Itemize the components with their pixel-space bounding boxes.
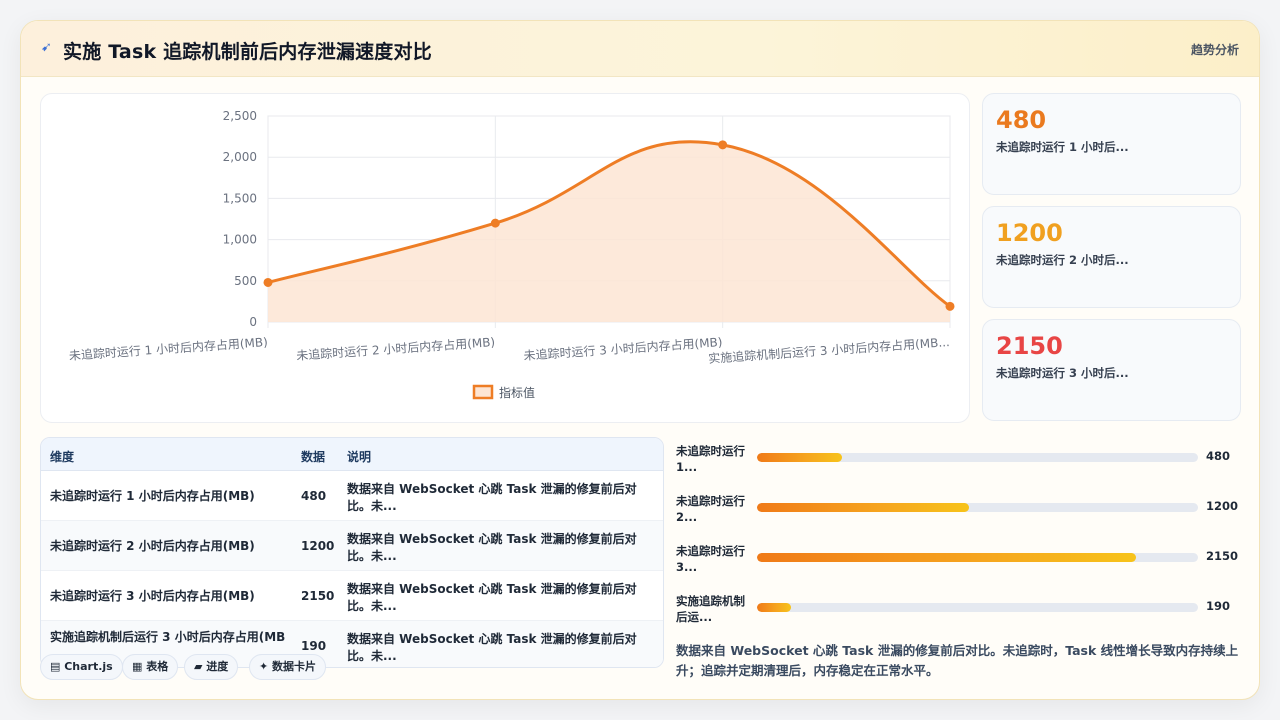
- data-point: [263, 277, 273, 287]
- progress-track: [757, 553, 1198, 562]
- progress-value: 2150: [1206, 549, 1239, 563]
- progress-label: 未追踪时运行 3...: [676, 544, 745, 574]
- progress-label: 未追踪时运行 1...: [676, 444, 745, 474]
- cell-value: 1200: [301, 539, 335, 553]
- cell-value: 190: [301, 639, 327, 653]
- progress-track: [757, 453, 1198, 462]
- progress-item: 未追踪时运行 1... 480: [676, 441, 1246, 481]
- stat-label: 未追踪时运行 2 小时后...: [996, 253, 1129, 267]
- legend-label: 指标值: [499, 385, 535, 400]
- progress-item: 未追踪时运行 2... 1200: [676, 491, 1246, 531]
- cell-description: 数据来自 WebSocket 心跳 Task 泄漏的修复前后对比。未...: [347, 482, 637, 513]
- progress-label: 未追踪时运行 2...: [676, 494, 745, 524]
- data-point: [490, 218, 500, 228]
- column-header-description: 说明: [347, 450, 372, 464]
- cell-value: 480: [301, 489, 327, 503]
- y-tick-label: 0: [249, 315, 257, 329]
- table-header: 维度 数据 说明: [41, 438, 663, 471]
- progress-fill: [757, 553, 1137, 562]
- cell-description: 数据来自 WebSocket 心跳 Task 泄漏的修复前后对比。未...: [347, 532, 637, 563]
- x-tick-label: 实施追踪机制后运行 3 小时后内存占用(MB...: [708, 334, 950, 366]
- chip-chartjs[interactable]: ▤ Chart.js: [40, 654, 123, 680]
- progress-label: 实施追踪机制后运...: [676, 594, 745, 624]
- data-point: [718, 140, 728, 150]
- cell-dimension: 未追踪时运行 3 小时后内存占用(MB): [50, 589, 255, 603]
- progress-value: 190: [1206, 599, 1231, 613]
- data-table: 维度 数据 说明 未追踪时运行 1 小时后内存占用(MB) 480 数据来自 W…: [40, 437, 664, 668]
- stat-label: 未追踪时运行 1 小时后...: [996, 140, 1129, 154]
- y-tick-label: 2,000: [223, 150, 257, 164]
- cell-dimension: 未追踪时运行 1 小时后内存占用(MB): [50, 489, 255, 503]
- cell-dimension: 未追踪时运行 2 小时后内存占用(MB): [50, 539, 255, 553]
- progress-track: [757, 603, 1198, 612]
- progress-value: 1200: [1206, 499, 1239, 513]
- progress-fill: [757, 453, 842, 462]
- data-point: [945, 301, 955, 311]
- sparkle-icon: ➹: [41, 40, 52, 55]
- y-tick-label: 2,500: [223, 109, 257, 123]
- line-chart-panel: 0 500 1,000 1,500 2,000 2,500 未追踪时运行 1 小时后内存占用…: [40, 93, 970, 423]
- chart-note: 数据来自 WebSocket 心跳 Task 泄漏的修复前后对比。未追踪时，Ta…: [676, 643, 1239, 678]
- header-bar: ➹ 实施 Task 追踪机制前后内存泄漏速度对比 趋势分析: [21, 21, 1259, 77]
- table-row: 未追踪时运行 3 小时后内存占用(MB) 2150 数据来自 WebSocket…: [41, 571, 663, 621]
- y-tick-label: 500: [234, 274, 257, 288]
- stat-value: 480: [996, 106, 1047, 134]
- page-title: 实施 Task 追踪机制前后内存泄漏速度对比: [63, 41, 432, 63]
- cell-dimension: 实施追踪机制后运行 3 小时后内存占用(MB: [50, 630, 286, 644]
- progress-item: 实施追踪机制后运... 190: [676, 591, 1246, 631]
- progress-item: 未追踪时运行 3... 2150: [676, 541, 1246, 581]
- chip-progress[interactable]: ▰ 进度: [184, 654, 239, 680]
- column-header-data: 数据: [301, 450, 326, 464]
- column-header-dimension: 维度: [50, 450, 75, 464]
- x-tick-label: 未追踪时运行 1 小时后内存占用(MB): [68, 334, 268, 363]
- chip-data-card[interactable]: ✦ 数据卡片: [249, 654, 327, 680]
- x-tick-label: 未追踪时运行 2 小时后内存占用(MB): [296, 334, 496, 363]
- legend-swatch: [472, 384, 494, 400]
- stat-label: 未追踪时运行 3 小时后...: [996, 366, 1129, 380]
- cell-value: 2150: [301, 589, 335, 603]
- chip-table[interactable]: ▦ 表格: [122, 654, 179, 680]
- stat-value: 2150: [996, 332, 1063, 360]
- cell-description: 数据来自 WebSocket 心跳 Task 泄漏的修复前后对比。未...: [347, 632, 637, 663]
- stat-card-1: 480 未追踪时运行 1 小时后...: [982, 93, 1241, 195]
- progress-value: 480: [1206, 449, 1231, 463]
- y-tick-label: 1,500: [223, 191, 257, 205]
- stat-card-2: 1200 未追踪时运行 2 小时后...: [982, 206, 1241, 308]
- dashboard-card: ➹ 实施 Task 追踪机制前后内存泄漏速度对比 趋势分析 0 500 1,000 1…: [20, 20, 1260, 700]
- stat-value: 1200: [996, 219, 1063, 247]
- table-row: 未追踪时运行 1 小时后内存占用(MB) 480 数据来自 WebSocket …: [41, 471, 663, 521]
- progress-fill: [757, 603, 791, 612]
- y-tick-label: 1,000: [223, 233, 257, 247]
- x-tick-label: 未追踪时运行 3 小时后内存占用(MB): [523, 334, 723, 363]
- progress-track: [757, 503, 1198, 512]
- line-chart: 0 500 1,000 1,500 2,000 2,500 未追踪时运行 1 小时后内存占用…: [68, 109, 955, 400]
- cell-description: 数据来自 WebSocket 心跳 Task 泄漏的修复前后对比。未...: [347, 582, 637, 613]
- progress-fill: [757, 503, 969, 512]
- trend-analysis-button[interactable]: 趋势分析: [1191, 41, 1239, 58]
- stat-card-3: 2150 未追踪时运行 3 小时后...: [982, 319, 1241, 421]
- series-area: [268, 141, 950, 322]
- table-row: 未追踪时运行 2 小时后内存占用(MB) 1200 数据来自 WebSocket…: [41, 521, 663, 571]
